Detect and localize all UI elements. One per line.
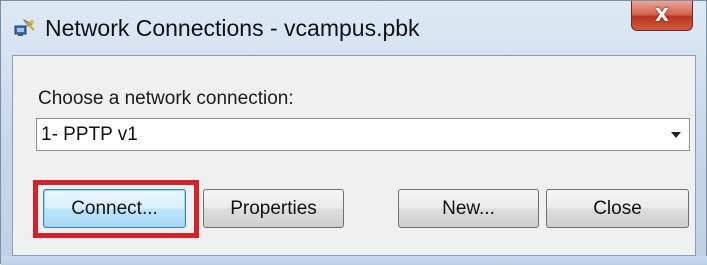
title-bar[interactable]: Network Connections - vcampus.pbk X [1,1,707,55]
close-button[interactable]: Close [546,189,689,228]
choose-connection-label: Choose a network connection: [38,88,294,109]
network-connection-icon [14,18,35,36]
new-button[interactable]: New... [398,189,539,228]
dialog-window: Network Connections - vcampus.pbk X Choo… [0,0,707,265]
connection-select-value: 1- PPTP v1 [41,124,138,145]
close-icon: X [655,5,669,26]
dialog-body: Choose a network connection: 1- PPTP v1 … [12,55,696,256]
properties-button[interactable]: Properties [203,189,344,228]
connection-select[interactable]: 1- PPTP v1 [36,118,690,151]
chevron-down-icon[interactable] [671,132,681,138]
connect-highlight-box [33,180,199,238]
window-title: Network Connections - vcampus.pbk [45,15,420,41]
window-close-button[interactable]: X [631,1,693,31]
